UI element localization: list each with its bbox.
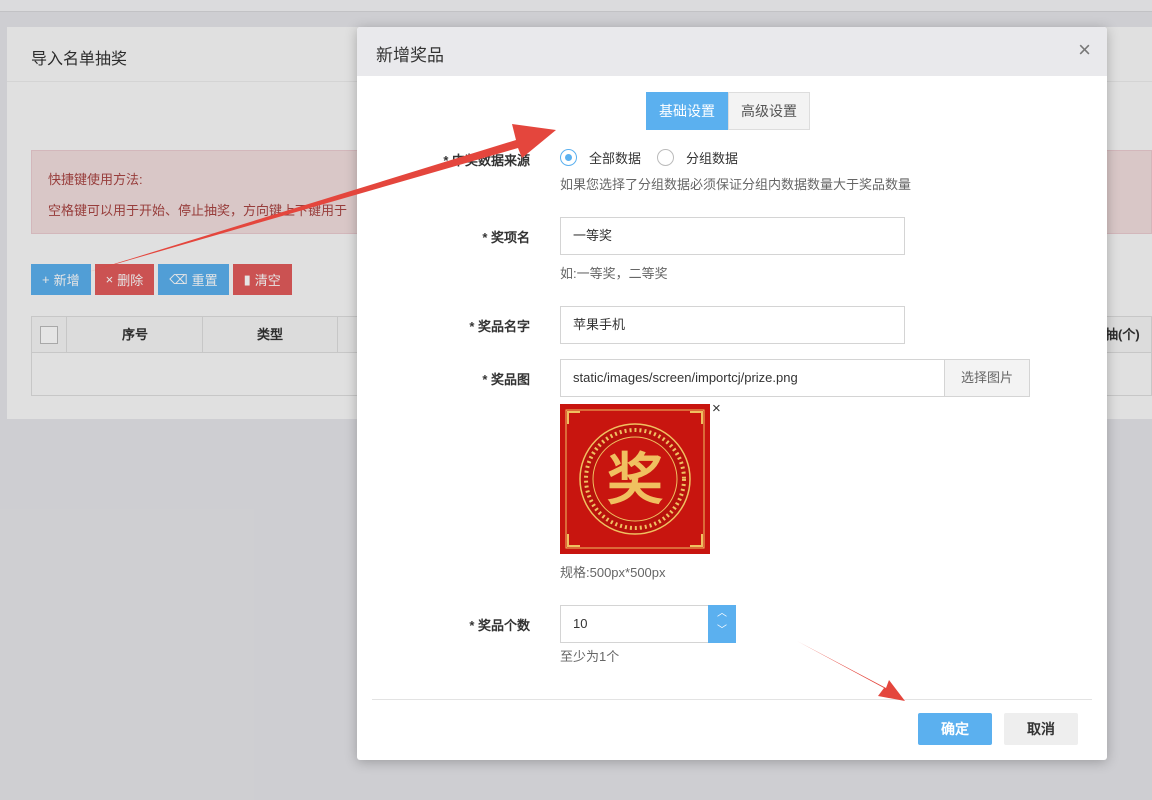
data-source-radio-group: 全部数据 分组数据 — [560, 148, 754, 167]
prize-badge-icon: 奖 — [560, 404, 710, 554]
tab-advanced-settings[interactable]: 高级设置 — [728, 92, 810, 130]
prize-image-label: * 奖品图 — [482, 372, 530, 387]
dialog-header: 新增奖品 × — [357, 27, 1107, 76]
data-source-label: * 中奖数据来源 — [443, 153, 530, 168]
choose-image-button[interactable]: 选择图片 — [944, 359, 1030, 397]
settings-tabs: 基础设置 高级设置 — [646, 92, 810, 130]
prize-name-input[interactable]: 苹果手机 — [560, 306, 905, 344]
image-size-hint: 规格:500px*500px — [560, 565, 666, 580]
dialog-title: 新增奖品 — [376, 46, 444, 65]
dialog-footer-divider — [372, 699, 1092, 700]
radio-all-data[interactable] — [560, 149, 577, 166]
prize-count-stepper[interactable]: ︿ ﹀ — [708, 605, 736, 643]
prize-count-label: * 奖品个数 — [469, 618, 530, 633]
radio-all-data-label[interactable]: 全部数据 — [589, 148, 641, 167]
radio-group-data-label[interactable]: 分组数据 — [686, 148, 738, 167]
cancel-button[interactable]: 取消 — [1004, 713, 1078, 745]
remove-image-icon[interactable]: × — [712, 400, 721, 417]
tab-basic-settings[interactable]: 基础设置 — [646, 92, 728, 130]
prize-count-hint: 至少为1个 — [560, 649, 620, 664]
prize-count-input[interactable]: 10 — [560, 605, 710, 643]
item-name-label: * 奖项名 — [482, 230, 530, 245]
close-icon[interactable]: × — [1078, 39, 1091, 61]
prize-image-preview: 奖 — [560, 404, 710, 554]
item-name-input[interactable]: 一等奖 — [560, 217, 905, 255]
prize-glyph: 奖 — [607, 448, 663, 513]
add-prize-dialog: 新增奖品 × 基础设置 高级设置 * 中奖数据来源 全部数据 分组数据 如果您选… — [357, 27, 1107, 760]
prize-name-label: * 奖品名字 — [469, 319, 530, 334]
radio-group-data[interactable] — [657, 149, 675, 166]
data-source-hint: 如果您选择了分组数据必须保证分组内数据数量大于奖品数量 — [560, 177, 912, 192]
chevron-down-icon[interactable]: ﹀ — [708, 622, 736, 639]
confirm-button[interactable]: 确定 — [918, 713, 992, 745]
chevron-up-icon[interactable]: ︿ — [708, 605, 736, 622]
prize-image-path-input[interactable]: static/images/screen/importcj/prize.png — [560, 359, 945, 397]
item-name-hint: 如:一等奖，二等奖 — [560, 266, 668, 281]
